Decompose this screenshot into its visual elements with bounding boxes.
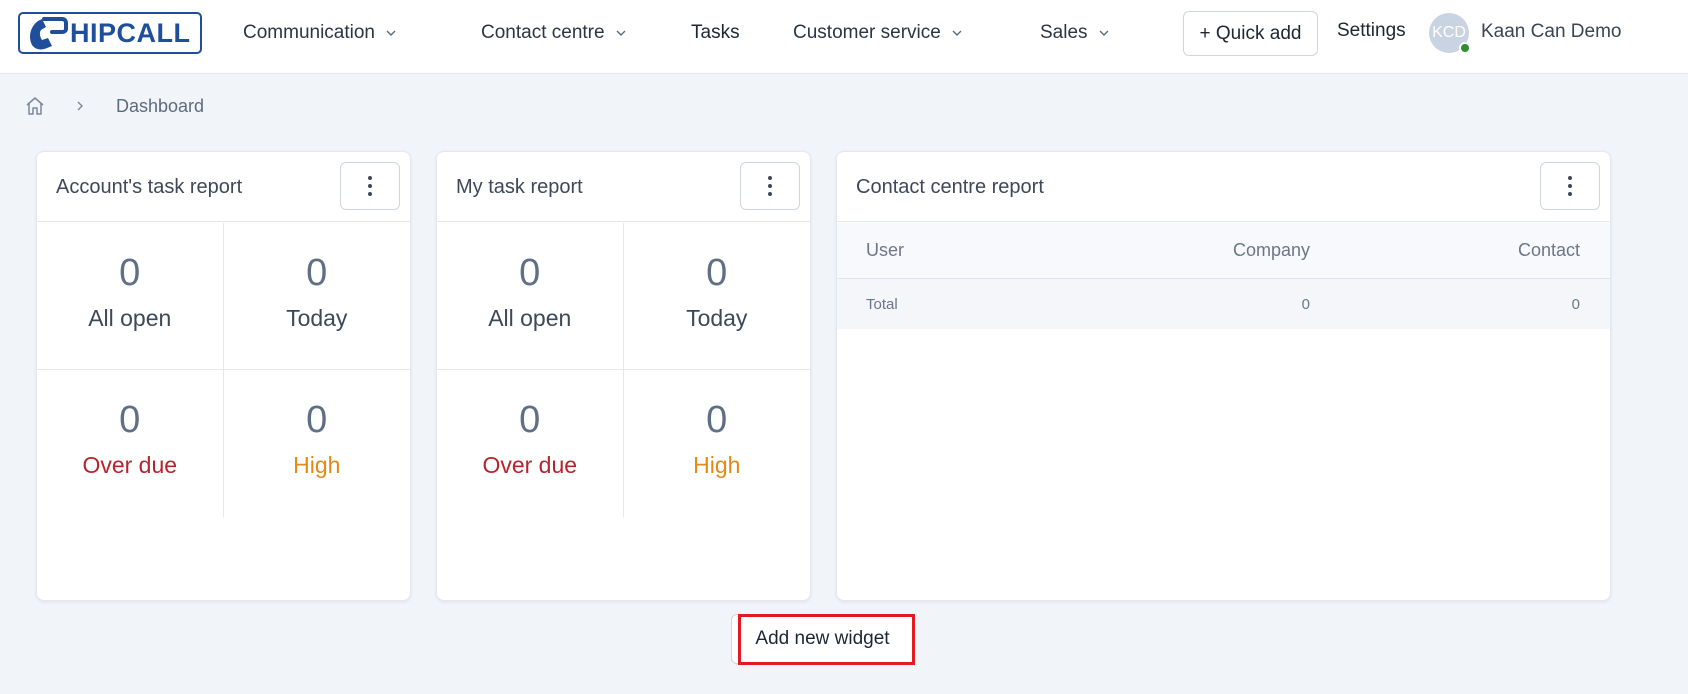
nav-customer-service-label: Customer service bbox=[793, 22, 941, 43]
chevron-right-icon bbox=[77, 101, 83, 111]
nav-contact-centre-label: Contact centre bbox=[481, 22, 605, 43]
breadcrumb: Dashboard bbox=[24, 94, 204, 118]
widget-title: Account's task report bbox=[56, 176, 243, 198]
nav-sales-label: Sales bbox=[1040, 22, 1088, 43]
user-name[interactable]: Kaan Can Demo bbox=[1481, 21, 1621, 43]
breadcrumb-current: Dashboard bbox=[116, 95, 205, 116]
nav-tasks-label: Tasks bbox=[691, 22, 740, 43]
nav-contact-centre[interactable]: Contact centre bbox=[481, 20, 627, 46]
nav-sales[interactable]: Sales bbox=[1040, 20, 1110, 46]
widget-header: Account's task report bbox=[37, 152, 410, 222]
stat-value: 0 bbox=[119, 399, 141, 441]
widget-title: Contact centre report bbox=[856, 176, 1044, 198]
nav-communication-label: Communication bbox=[243, 22, 375, 43]
logo-text: HIPCALL bbox=[70, 17, 191, 48]
more-vertical-icon bbox=[368, 176, 372, 196]
stat-high[interactable]: 0 High bbox=[224, 370, 411, 517]
hipcall-logo[interactable]: HIPCALL bbox=[18, 12, 202, 54]
contact-centre-report-widget: Contact centre report User Company Conta… bbox=[836, 151, 1611, 601]
contact-centre-table: User Company Contact Total 0 0 bbox=[837, 223, 1610, 329]
phone-logo-icon bbox=[30, 17, 68, 50]
stat-today[interactable]: 0 Today bbox=[623, 223, 810, 370]
settings-link[interactable]: Settings bbox=[1337, 20, 1406, 42]
table-row: Total 0 0 bbox=[837, 279, 1610, 329]
stat-label: Today bbox=[686, 305, 748, 331]
stat-value: 0 bbox=[306, 252, 328, 294]
nav-tasks[interactable]: Tasks bbox=[691, 20, 740, 46]
column-header-user[interactable]: User bbox=[866, 240, 904, 261]
chevron-down-icon bbox=[616, 30, 626, 36]
stat-label: All open bbox=[88, 305, 172, 331]
chevron-down-icon bbox=[952, 30, 962, 36]
stat-label: Over due bbox=[82, 452, 178, 478]
stat-value: 0 bbox=[519, 252, 541, 294]
cell-company: 0 bbox=[1301, 296, 1310, 313]
top-navigation-bar: HIPCALL Communication Contact centre Tas… bbox=[0, 0, 1688, 74]
more-vertical-icon bbox=[768, 176, 772, 196]
column-header-company[interactable]: Company bbox=[1233, 240, 1310, 261]
stat-value: 0 bbox=[706, 252, 728, 294]
nav-communication[interactable]: Communication bbox=[243, 20, 397, 46]
widget-menu-button[interactable] bbox=[1540, 162, 1600, 210]
stat-all-open[interactable]: 0 All open bbox=[37, 223, 224, 370]
stat-label: All open bbox=[488, 305, 572, 331]
nav-customer-service[interactable]: Customer service bbox=[793, 20, 963, 46]
stat-all-open[interactable]: 0 All open bbox=[437, 223, 624, 370]
stat-over-due[interactable]: 0 Over due bbox=[37, 370, 224, 517]
stat-over-due[interactable]: 0 Over due bbox=[437, 370, 624, 517]
widget-menu-button[interactable] bbox=[340, 162, 400, 210]
cell-contact: 0 bbox=[1571, 296, 1580, 313]
widget-header: Contact centre report bbox=[837, 152, 1610, 222]
stat-high[interactable]: 0 High bbox=[624, 370, 811, 517]
quick-add-button[interactable]: + Quick add bbox=[1183, 11, 1318, 56]
stat-value: 0 bbox=[519, 399, 541, 441]
stat-grid: 0 All open 0 Today 0 Over due 0 High bbox=[37, 223, 410, 517]
stat-label: Over due bbox=[482, 452, 578, 478]
widget-title: My task report bbox=[456, 176, 583, 198]
stat-value: 0 bbox=[706, 399, 728, 441]
chevron-down-icon bbox=[386, 30, 396, 36]
add-new-widget-button[interactable]: Add new widget bbox=[731, 614, 914, 664]
chevron-down-icon bbox=[1099, 30, 1109, 36]
my-task-report-widget: My task report 0 All open 0 Today 0 Over… bbox=[436, 151, 811, 601]
cell-user: Total bbox=[866, 296, 898, 313]
stat-value: 0 bbox=[306, 399, 328, 441]
column-header-contact[interactable]: Contact bbox=[1518, 240, 1580, 261]
widget-menu-button[interactable] bbox=[740, 162, 800, 210]
widget-header: My task report bbox=[437, 152, 810, 222]
home-icon[interactable] bbox=[24, 95, 46, 117]
stat-grid: 0 All open 0 Today 0 Over due 0 High bbox=[437, 223, 810, 517]
table-header-row: User Company Contact bbox=[837, 223, 1610, 279]
stat-label: High bbox=[693, 452, 741, 478]
stat-label: High bbox=[293, 452, 341, 478]
more-vertical-icon bbox=[1568, 176, 1572, 196]
stat-value: 0 bbox=[119, 252, 141, 294]
account-task-report-widget: Account's task report 0 All open 0 Today… bbox=[36, 151, 411, 601]
stat-today[interactable]: 0 Today bbox=[223, 223, 410, 370]
online-status-dot bbox=[1459, 42, 1471, 54]
stat-label: Today bbox=[286, 305, 348, 331]
